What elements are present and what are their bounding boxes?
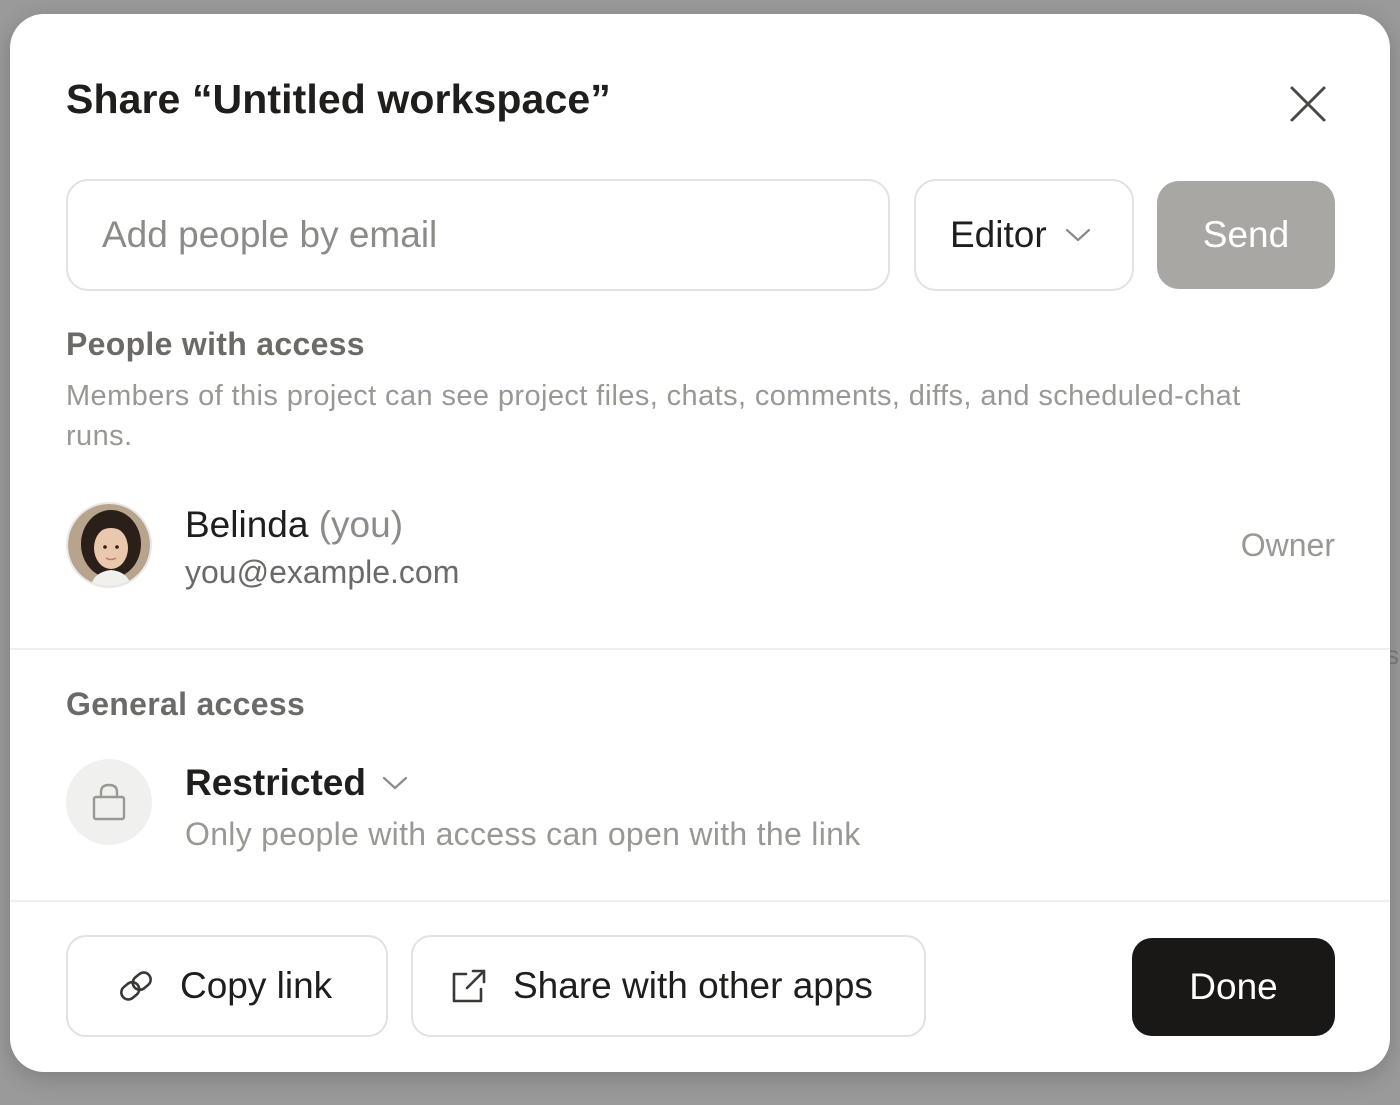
role-dropdown[interactable]: Editor (914, 179, 1134, 291)
general-access-dropdown[interactable]: Restricted (185, 762, 408, 804)
link-icon (120, 971, 152, 1001)
close-icon (1290, 86, 1326, 122)
chevron-down-icon (382, 776, 408, 790)
external-link-icon (452, 969, 486, 1003)
share-with-other-apps-button[interactable]: Share with other apps (411, 935, 926, 1037)
member-you-suffix: (you) (318, 504, 404, 545)
dialog-title: Share “Untitled workspace” (66, 76, 611, 122)
chevron-down-icon (1065, 228, 1090, 242)
people-with-access-description: Members of this project can see project … (66, 380, 1241, 452)
general-access-level: Restricted (185, 762, 366, 803)
avatar (66, 502, 152, 588)
member-name: Belinda (you) (185, 504, 403, 546)
copy-link-button[interactable]: Copy link (66, 935, 388, 1037)
people-with-access-heading: People with access (66, 326, 365, 362)
done-button[interactable]: Done (1132, 938, 1335, 1036)
divider (10, 648, 1390, 650)
member-role: Owner (1240, 527, 1335, 563)
share-dialog: Share “Untitled workspace” Editor Send P… (10, 14, 1390, 1072)
member-name-text: Belinda (185, 504, 309, 545)
lock-icon (92, 783, 126, 821)
divider (10, 900, 1390, 902)
copy-link-label: Copy link (180, 965, 333, 1006)
close-button[interactable] (1286, 82, 1330, 126)
send-button[interactable]: Send (1157, 181, 1335, 289)
role-dropdown-value: Editor (950, 214, 1047, 255)
general-access-description: Only people with access can open with th… (185, 816, 861, 852)
lock-badge (66, 759, 152, 845)
general-access-heading: General access (66, 686, 306, 722)
member-email: you@example.com (185, 554, 460, 590)
add-people-email-input[interactable] (66, 179, 890, 291)
share-with-other-apps-label: Share with other apps (513, 965, 873, 1006)
